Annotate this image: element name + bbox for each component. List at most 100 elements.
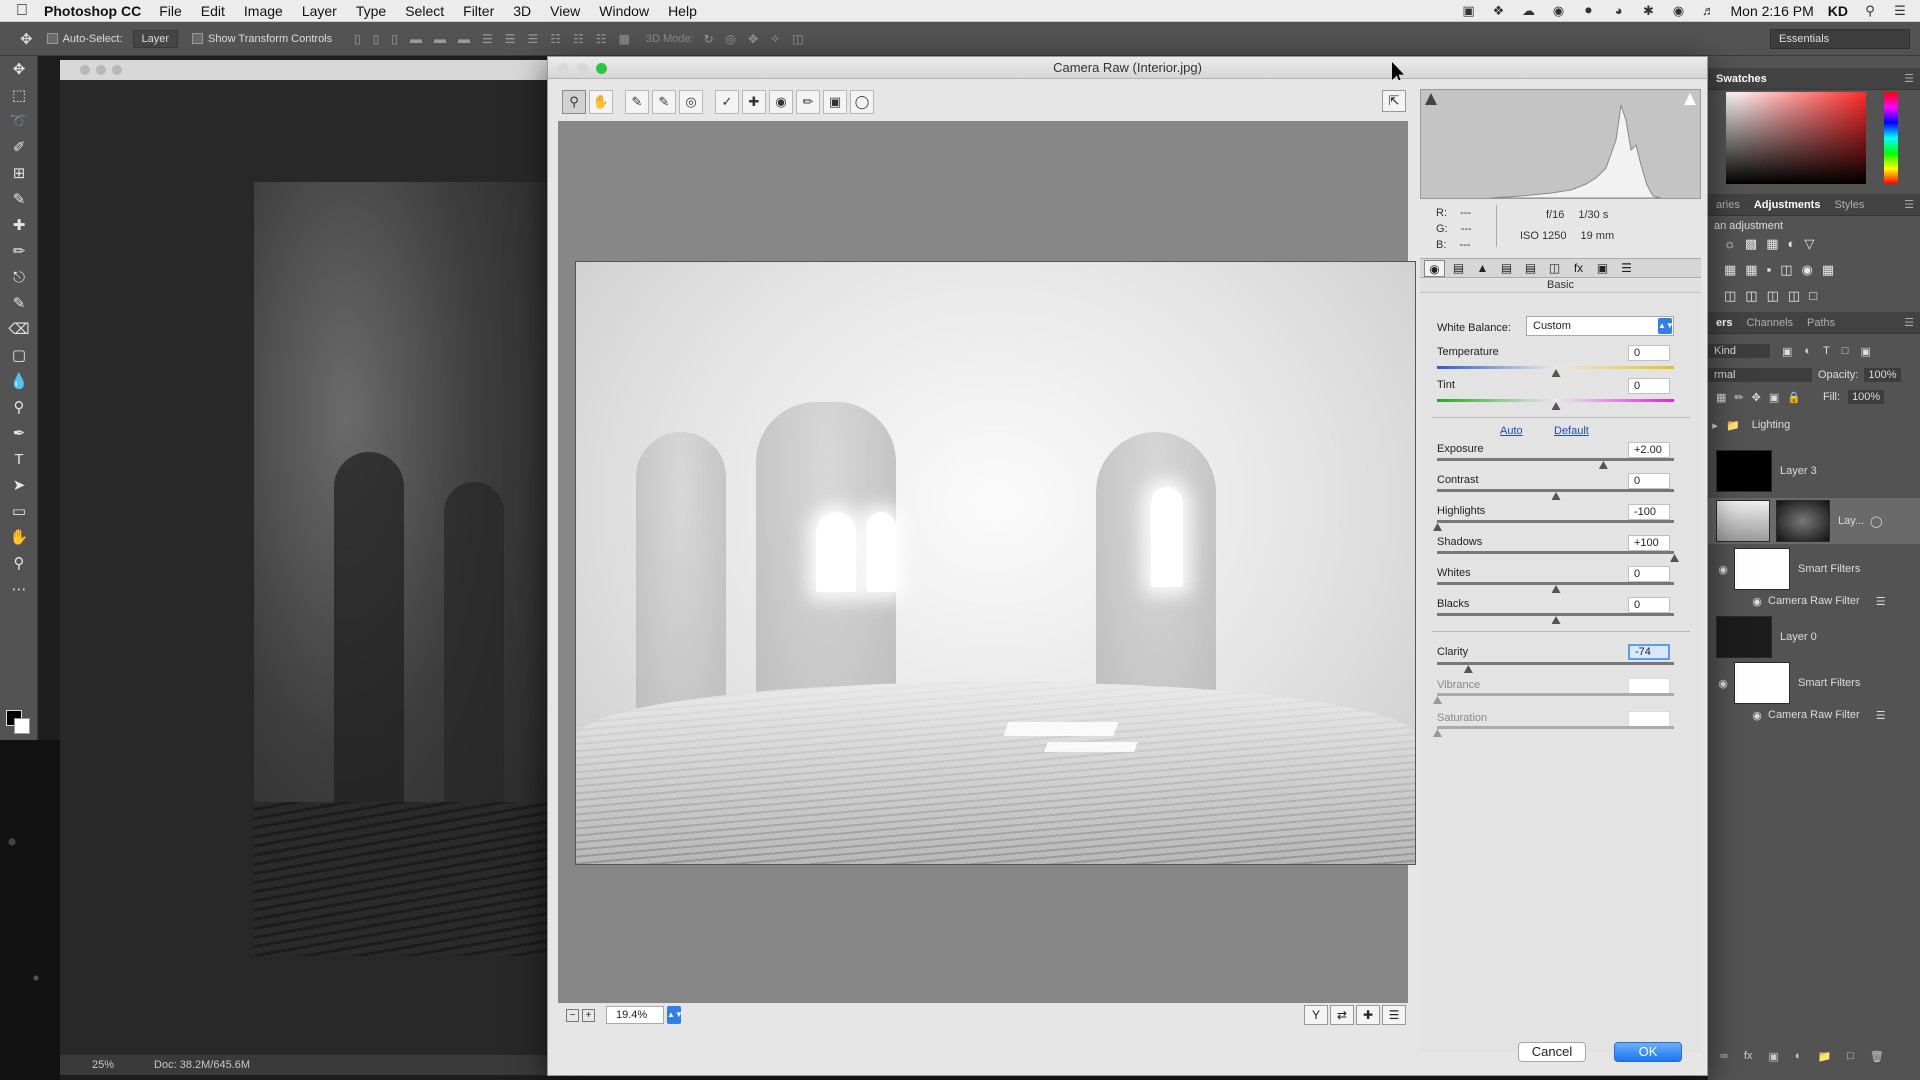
slider-thumb[interactable] <box>1433 729 1442 737</box>
exposure-value[interactable]: +2.00 <box>1628 442 1670 458</box>
3d-roll-icon[interactable]: ◎ <box>726 32 736 46</box>
filter-options-icon[interactable]: ☰ <box>1876 709 1886 722</box>
slider-thumb[interactable] <box>1433 696 1442 704</box>
curves-icon[interactable]: ▦ <box>1766 236 1778 252</box>
dodge-tool-icon[interactable]: ⚲ <box>0 394 38 420</box>
lock-artboard-icon[interactable]: ▣ <box>1769 391 1779 404</box>
pen-tool-icon[interactable]: ✒ <box>0 420 38 446</box>
lens-tab-icon[interactable]: ◫ <box>1544 260 1565 277</box>
marquee-tool-icon[interactable]: ⬚ <box>0 82 38 108</box>
gradient-map-icon[interactable]: ▽ <box>1804 236 1814 252</box>
apple-icon[interactable]:  <box>0 2 44 20</box>
exposure-icon[interactable]: ◐ <box>1788 236 1796 252</box>
tint-slider[interactable] <box>1437 399 1674 402</box>
stamp-tool-icon[interactable]: ⎋ <box>0 264 38 290</box>
basic-tab-icon[interactable]: ◉ <box>1424 259 1445 277</box>
shape-tool-icon[interactable]: ▭ <box>0 498 38 524</box>
fx-icon[interactable]: fx <box>1744 1050 1753 1062</box>
document-canvas[interactable] <box>254 182 560 956</box>
auto-align-icon[interactable]: ▦ <box>619 32 630 46</box>
effects-tab-icon[interactable]: fx <box>1568 260 1589 277</box>
brightness-icon[interactable]: ☼ <box>1724 236 1736 252</box>
menu-window[interactable]: Window <box>599 3 649 19</box>
vibrance-icon[interactable]: ▦ <box>1724 262 1736 278</box>
align-right-icon[interactable]: ▬ <box>458 32 470 46</box>
spot-removal-tool-icon[interactable]: ✚ <box>742 90 766 114</box>
more-tools-icon[interactable]: ⋯ <box>0 576 38 602</box>
auto-link[interactable]: Auto <box>1500 425 1523 437</box>
hsl-tab-icon[interactable]: ▤ <box>1496 260 1517 277</box>
blacks-value[interactable]: 0 <box>1628 597 1670 613</box>
trash-icon[interactable]: 🗑 <box>1870 1050 1884 1063</box>
expand-icon[interactable]: ▸ <box>1708 419 1722 432</box>
brush-tool-icon[interactable]: ✏ <box>0 238 38 264</box>
eraser-tool-icon[interactable]: ⌫ <box>0 316 38 342</box>
color-balance-icon[interactable]: ▪ <box>1767 262 1772 278</box>
slider-thumb[interactable] <box>1551 369 1561 377</box>
hue-slider[interactable] <box>1884 92 1898 184</box>
3d-drag-icon[interactable]: ✥ <box>748 32 758 46</box>
clarity-slider[interactable] <box>1437 662 1674 665</box>
tab-adjustments[interactable]: Adjustments <box>1754 199 1821 211</box>
tone-curve-tab-icon[interactable]: ▤ <box>1448 260 1469 277</box>
red-eye-tool-icon[interactable]: ◉ <box>769 90 793 114</box>
auto-select-dropdown[interactable]: Layer <box>132 29 179 48</box>
color-field[interactable] <box>1726 92 1866 184</box>
contrast-slider[interactable] <box>1437 489 1674 492</box>
search-icon[interactable]: ⚲ <box>1862 4 1878 18</box>
color-sampler-tool-icon[interactable]: ✎ <box>652 90 676 114</box>
whites-slider[interactable] <box>1437 582 1674 585</box>
slider-thumb[interactable] <box>1551 585 1561 593</box>
menu-image[interactable]: Image <box>244 3 283 19</box>
move-tool-icon[interactable]: ✥ <box>0 56 38 82</box>
maximize-icon[interactable] <box>112 65 122 75</box>
posterize-icon[interactable]: ◫ <box>1745 288 1757 304</box>
menu-3d[interactable]: 3D <box>513 3 531 19</box>
layer-row[interactable]: Layer 3 <box>1708 448 1920 494</box>
3d-slide-icon[interactable]: ✧ <box>770 32 780 46</box>
cancel-button[interactable]: Cancel <box>1518 1042 1586 1062</box>
align-bottom-icon[interactable]: ▯ <box>391 32 398 46</box>
threshold-icon[interactable]: ◫ <box>1767 288 1779 304</box>
fill-value[interactable]: 100% <box>1848 390 1885 404</box>
maximize-icon[interactable] <box>596 63 607 74</box>
mask-icon[interactable]: ▣ <box>1768 1050 1778 1063</box>
temperature-value[interactable]: 0 <box>1628 345 1670 361</box>
exposure-slider[interactable] <box>1437 458 1674 461</box>
filter-options-icon[interactable]: ☰ <box>1876 595 1886 608</box>
eye-icon[interactable]: ◕ <box>1611 4 1627 18</box>
doc-zoom[interactable]: 25% <box>92 1059 114 1071</box>
swap-settings-icon[interactable]: ⇄ <box>1330 1005 1354 1025</box>
auto-select-checkbox[interactable] <box>46 33 58 44</box>
panel-menu-icon[interactable]: ☰ <box>1904 198 1914 211</box>
hand-tool-icon[interactable]: ✋ <box>589 90 613 114</box>
menu-type[interactable]: Type <box>356 3 386 19</box>
layer-row[interactable]: Layer 0 <box>1708 614 1920 660</box>
align-left-icon[interactable]: ▬ <box>410 32 422 46</box>
slider-thumb[interactable] <box>1463 665 1473 673</box>
eye-icon[interactable]: ◉ <box>1716 677 1730 690</box>
doc-info[interactable]: Doc: 38.2M/645.6M <box>154 1059 250 1071</box>
filter-adjust-icon[interactable]: ◐ <box>1804 345 1811 357</box>
menu-select[interactable]: Select <box>405 3 444 19</box>
filter-shape-icon[interactable]: □ <box>1842 345 1849 357</box>
3d-scale-icon[interactable]: ◫ <box>792 32 803 46</box>
menu-app-name[interactable]: Photoshop CC <box>44 3 141 19</box>
graduated-filter-icon[interactable]: ▣ <box>823 90 847 114</box>
menu-edit[interactable]: Edit <box>201 3 225 19</box>
gradient-tool-icon[interactable]: ▢ <box>0 342 38 368</box>
3d-rotate-icon[interactable]: ↻ <box>704 32 714 46</box>
distribute-vcenter-icon[interactable]: ☰ <box>505 32 516 46</box>
clock[interactable]: Mon 2:16 PM <box>1731 3 1814 19</box>
eye-icon[interactable]: ◉ <box>1750 595 1764 608</box>
blacks-slider[interactable] <box>1437 613 1674 616</box>
eyedropper-tool-icon[interactable]: ✎ <box>0 186 38 212</box>
split-toning-tab-icon[interactable]: ▤ <box>1520 260 1541 277</box>
copy-settings-icon[interactable]: ✚ <box>1356 1005 1380 1025</box>
panel-menu-icon[interactable]: ☰ <box>1904 72 1914 85</box>
tab-libraries[interactable]: aries <box>1716 199 1740 211</box>
user-name[interactable]: KD <box>1828 3 1848 19</box>
filter-pixel-icon[interactable]: ▣ <box>1782 345 1792 358</box>
new-layer-icon[interactable]: □ <box>1847 1050 1854 1062</box>
highlights-slider[interactable] <box>1437 520 1674 523</box>
